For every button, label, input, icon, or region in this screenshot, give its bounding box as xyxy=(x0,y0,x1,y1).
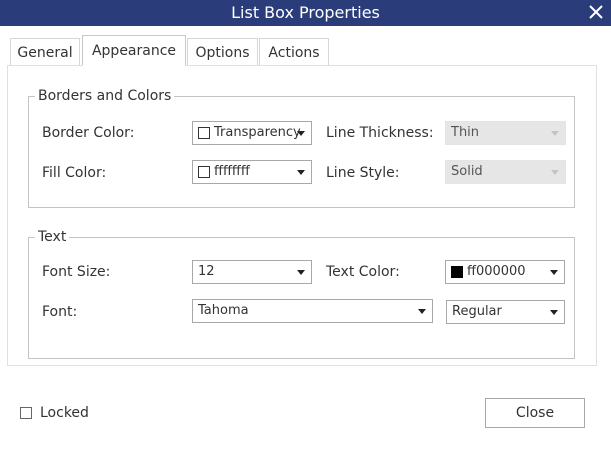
tab-general[interactable]: General xyxy=(10,38,80,66)
text-color-value: ff000000 xyxy=(467,264,526,279)
text-color-swatch xyxy=(451,266,463,278)
border-color-label: Border Color: xyxy=(42,125,135,141)
chevron-down-icon xyxy=(550,270,558,275)
borders-colors-legend: Borders and Colors xyxy=(35,87,175,105)
tab-actions[interactable]: Actions xyxy=(259,38,329,66)
tab-appearance[interactable]: Appearance xyxy=(82,35,186,66)
fill-color-swatch xyxy=(198,166,210,178)
tab-actions-label: Actions xyxy=(268,44,320,61)
borders-colors-group: Borders and Colors xyxy=(28,87,575,208)
border-color-swatch xyxy=(198,127,210,139)
locked-checkbox[interactable] xyxy=(20,407,32,419)
chevron-down-icon xyxy=(418,309,426,314)
line-thickness-dropdown[interactable]: Thin xyxy=(445,121,566,145)
chevron-down-icon xyxy=(550,310,558,315)
text-legend: Text xyxy=(35,228,70,246)
chevron-down-icon xyxy=(551,131,559,136)
locked-label[interactable]: Locked xyxy=(40,404,89,422)
title-bar: List Box Properties xyxy=(0,0,611,26)
chevron-down-icon xyxy=(551,170,559,175)
text-group: Text xyxy=(28,228,575,359)
font-size-dropdown[interactable]: 12 xyxy=(192,260,312,284)
fill-color-dropdown[interactable]: ffffffff xyxy=(192,160,312,184)
line-thickness-value: Thin xyxy=(451,125,480,140)
tab-general-label: General xyxy=(17,44,73,61)
chevron-down-icon xyxy=(297,131,305,136)
tab-options-label: Options xyxy=(195,44,250,61)
close-button-label: Close xyxy=(515,405,555,421)
font-label: Font: xyxy=(42,304,78,320)
close-button[interactable]: Close xyxy=(485,398,585,428)
text-color-dropdown[interactable]: ff000000 xyxy=(445,260,565,284)
font-size-value: 12 xyxy=(198,264,215,279)
tab-appearance-label: Appearance xyxy=(91,42,177,59)
font-size-label: Font Size: xyxy=(42,264,111,280)
line-style-dropdown[interactable]: Solid xyxy=(445,160,566,184)
window-title: List Box Properties xyxy=(231,3,380,22)
tab-options[interactable]: Options xyxy=(187,38,258,66)
line-style-label: Line Style: xyxy=(326,165,400,181)
border-color-value: Transparency xyxy=(214,125,301,140)
chevron-down-icon xyxy=(297,170,305,175)
font-dropdown[interactable]: Tahoma xyxy=(192,299,433,323)
chevron-down-icon xyxy=(297,270,305,275)
font-style-value: Regular xyxy=(452,304,502,319)
close-icon[interactable] xyxy=(585,1,607,23)
fill-color-label: Fill Color: xyxy=(42,165,107,181)
line-thickness-label: Line Thickness: xyxy=(326,125,434,141)
line-style-value: Solid xyxy=(451,164,483,179)
fill-color-value: ffffffff xyxy=(214,164,250,179)
font-style-dropdown[interactable]: Regular xyxy=(446,300,565,324)
text-color-label: Text Color: xyxy=(326,264,400,280)
border-color-dropdown[interactable]: Transparency xyxy=(192,121,312,145)
font-value: Tahoma xyxy=(198,303,249,318)
